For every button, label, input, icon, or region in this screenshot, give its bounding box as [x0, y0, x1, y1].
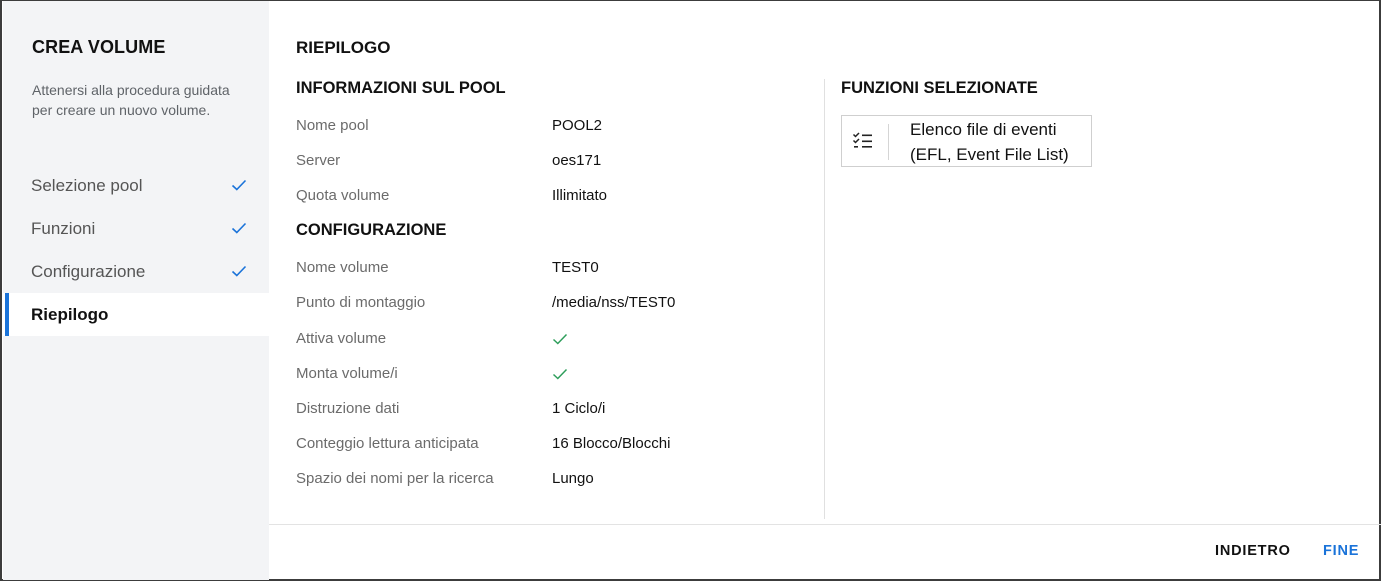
row-label: Quota volume [296, 187, 390, 204]
row-label: Server [296, 152, 341, 169]
back-button[interactable]: INDIETRO [1215, 543, 1291, 559]
step-pool-selection[interactable]: Selezione pool [3, 164, 269, 207]
row-label: Attiva volume [296, 330, 387, 347]
row-value: 16 Blocco/Blocchi [552, 435, 671, 452]
row-label: Nome pool [296, 117, 369, 134]
row-value: POOL2 [552, 117, 603, 134]
column-divider [824, 79, 825, 519]
check-icon [552, 333, 568, 345]
step-features[interactable]: Funzioni [3, 207, 269, 250]
step-label: Riepilogo [31, 304, 109, 324]
create-volume-dialog: CREA VOLUME Attenersi alla procedura gui… [0, 0, 1381, 581]
finish-button[interactable]: FINE [1323, 543, 1359, 559]
configuration-title: CONFIGURAZIONE [296, 221, 447, 239]
row-label: Monta volume/i [296, 365, 398, 382]
step-configuration[interactable]: Configurazione [3, 250, 269, 293]
wizard-steps: Selezione pool Funzioni Configurazione R… [3, 164, 269, 336]
row-label: Conteggio lettura anticipata [296, 435, 479, 452]
footer-divider [269, 524, 1381, 525]
row-value [552, 365, 568, 381]
feature-card-event-file-list: Elenco file di eventi (EFL, Event File L… [841, 115, 1092, 167]
check-icon [231, 179, 247, 191]
row-value: Illimitato [552, 187, 608, 204]
row-value: /media/nss/TEST0 [552, 294, 676, 311]
summary-row-mount-volume: Monta volume/i [296, 365, 796, 385]
feature-card-separator [888, 124, 889, 160]
page-title: RIEPILOGO [296, 38, 391, 57]
pool-info-title: INFORMAZIONI SUL POOL [296, 79, 506, 97]
step-label: Selezione pool [31, 175, 143, 195]
step-label: Funzioni [31, 218, 96, 238]
summary-row-pool-name: Nome pool POOL2 [296, 117, 796, 137]
checklist-icon [852, 132, 872, 148]
row-value: Lungo [552, 470, 594, 487]
sidebar-description: Attenersi alla procedura guidata per cre… [32, 82, 230, 118]
summary-row-lookup-namespace: Spazio dei nomi per la ricerca Lungo [296, 470, 796, 490]
row-value [552, 330, 568, 346]
summary-row-server: Server oes171 [296, 152, 796, 172]
summary-row-activate-volume: Attiva volume [296, 330, 796, 350]
row-value: oes171 [552, 152, 602, 169]
row-label: Punto di montaggio [296, 294, 426, 311]
summary-row-read-ahead: Conteggio lettura anticipata 16 Blocco/B… [296, 435, 796, 455]
summary-row-volume-quota: Quota volume Illimitato [296, 187, 796, 207]
summary-row-data-shredding: Distruzione dati 1 Ciclo/i [296, 400, 796, 420]
step-label: Configurazione [31, 261, 146, 281]
row-value: 1 Ciclo/i [552, 400, 606, 417]
selected-features-title: FUNZIONI SELEZIONATE [841, 79, 1038, 97]
check-icon [231, 265, 247, 277]
check-icon [552, 368, 568, 380]
row-label: Distruzione dati [296, 400, 400, 417]
row-value: TEST0 [552, 259, 599, 276]
row-label: Spazio dei nomi per la ricerca [296, 470, 494, 487]
row-label: Nome volume [296, 259, 389, 276]
sidebar-title: CREA VOLUME [32, 37, 166, 57]
summary-row-mount-point: Punto di montaggio /media/nss/TEST0 [296, 294, 796, 314]
summary-row-volume-name: Nome volume TEST0 [296, 259, 796, 279]
check-icon [231, 222, 247, 234]
wizard-sidebar: CREA VOLUME Attenersi alla procedura gui… [3, 1, 269, 580]
step-summary[interactable]: Riepilogo [3, 293, 269, 336]
feature-label: Elenco file di eventi (EFL, Event File L… [910, 120, 1069, 164]
